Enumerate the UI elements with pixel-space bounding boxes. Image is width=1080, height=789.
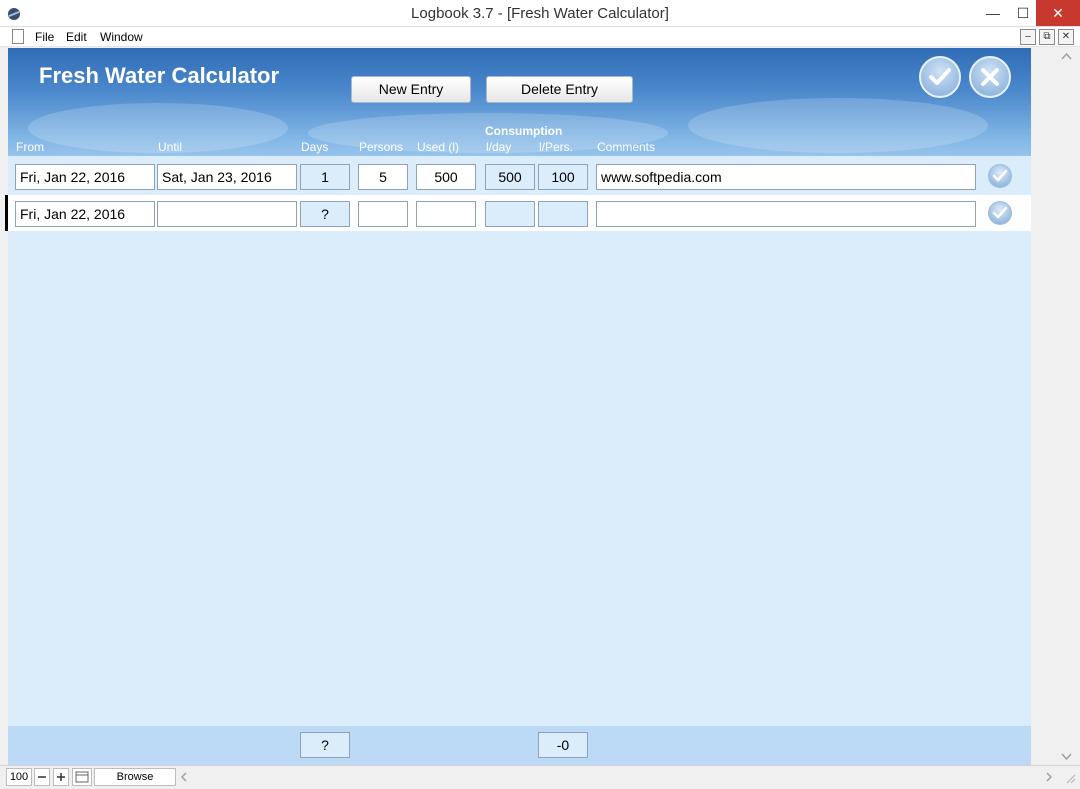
new-entry-button[interactable]: New Entry xyxy=(351,76,471,103)
days-field: ? xyxy=(300,201,350,227)
comments-field[interactable]: www.softpedia.com xyxy=(596,164,976,190)
from-field[interactable]: Fri, Jan 22, 2016 xyxy=(15,164,155,190)
column-persons-label: Persons xyxy=(359,140,404,154)
column-from-label: From xyxy=(16,140,44,154)
summary-footer: ? -0 xyxy=(8,726,1031,765)
zoom-in-button[interactable] xyxy=(53,768,69,786)
page-title: Fresh Water Calculator xyxy=(39,63,280,88)
window-title: Logbook 3.7 - [Fresh Water Calculator] xyxy=(411,5,669,22)
mdi-minimize-button[interactable]: – xyxy=(1020,29,1036,45)
document-icon[interactable] xyxy=(12,29,24,44)
days-field: 1 xyxy=(300,164,350,190)
column-days-label: Days xyxy=(301,140,329,154)
scroll-down-icon[interactable] xyxy=(1058,749,1075,763)
active-row-marker xyxy=(5,195,8,231)
scroll-right-icon[interactable] xyxy=(1043,770,1055,784)
menu-file[interactable]: File xyxy=(35,30,54,44)
table-row[interactable]: Fri, Jan 22, 2016 Sat, Jan 23, 2016 1 5 … xyxy=(8,158,1031,194)
layout-area: Fresh Water Calculator New Entry Delete … xyxy=(5,48,1031,765)
used-field[interactable]: 500 xyxy=(416,164,476,190)
until-field[interactable] xyxy=(157,201,297,227)
per-day-field xyxy=(485,201,535,227)
scroll-left-icon[interactable] xyxy=(178,770,190,784)
delete-entry-button[interactable]: Delete Entry xyxy=(486,76,633,103)
row-confirm-button[interactable] xyxy=(988,201,1012,225)
checkmark-icon xyxy=(992,169,1008,182)
vertical-scrollbar[interactable] xyxy=(1058,48,1075,765)
plus-icon xyxy=(57,773,65,781)
used-field[interactable] xyxy=(416,201,476,227)
zoom-out-button[interactable] xyxy=(34,768,50,786)
per-day-field: 500 xyxy=(485,164,535,190)
per-person-field xyxy=(538,201,588,227)
column-comments-label: Comments xyxy=(597,140,656,154)
per-day-total-field: -0 xyxy=(538,732,588,758)
column-consumption-label: Consumption xyxy=(485,124,563,138)
checkmark-icon xyxy=(992,206,1008,219)
cloud-decoration xyxy=(688,98,988,153)
persons-field[interactable] xyxy=(358,201,408,227)
column-used-label: Used (l) xyxy=(417,140,460,154)
mdi-restore-button[interactable]: ⧉ xyxy=(1039,29,1055,45)
table-row[interactable]: Fri, Jan 22, 2016 ? xyxy=(5,195,1031,231)
column-until-label: Until xyxy=(158,140,183,154)
days-total-field: ? xyxy=(300,732,350,758)
scroll-up-icon[interactable] xyxy=(1058,50,1075,64)
status-bar: 100 Browse xyxy=(0,765,1080,789)
mode-indicator[interactable]: Browse xyxy=(94,768,176,786)
menu-edit[interactable]: Edit xyxy=(66,30,87,44)
menu-bar: File Edit Window xyxy=(0,27,1080,47)
zoom-level[interactable]: 100 xyxy=(6,768,32,786)
until-field[interactable]: Sat, Jan 23, 2016 xyxy=(157,164,297,190)
column-per-person-label: l/Pers. xyxy=(539,140,574,154)
row-confirm-button[interactable] xyxy=(988,164,1012,188)
title-bar: Logbook 3.7 - [Fresh Water Calculator] —… xyxy=(0,0,1080,27)
close-button[interactable]: ✕ xyxy=(1036,0,1080,26)
close-icon xyxy=(981,68,999,86)
panel-icon xyxy=(75,771,89,783)
per-person-field: 100 xyxy=(538,164,588,190)
persons-field[interactable]: 5 xyxy=(358,164,408,190)
confirm-button[interactable] xyxy=(919,56,961,98)
column-per-day-label: l/day xyxy=(486,140,512,154)
comments-field[interactable] xyxy=(596,201,976,227)
resize-grip-icon[interactable] xyxy=(1064,772,1076,784)
cancel-button[interactable] xyxy=(969,56,1011,98)
layout-header: Fresh Water Calculator New Entry Delete … xyxy=(8,48,1031,156)
mdi-close-button[interactable]: ✕ xyxy=(1058,29,1074,45)
maximize-button[interactable]: ☐ xyxy=(1008,0,1038,26)
from-field[interactable]: Fri, Jan 22, 2016 xyxy=(15,201,155,227)
status-toggle-button[interactable] xyxy=(72,768,92,786)
minus-icon xyxy=(38,776,46,778)
menu-window[interactable]: Window xyxy=(100,30,143,44)
minimize-button[interactable]: — xyxy=(978,0,1008,26)
checkmark-icon xyxy=(929,68,951,85)
